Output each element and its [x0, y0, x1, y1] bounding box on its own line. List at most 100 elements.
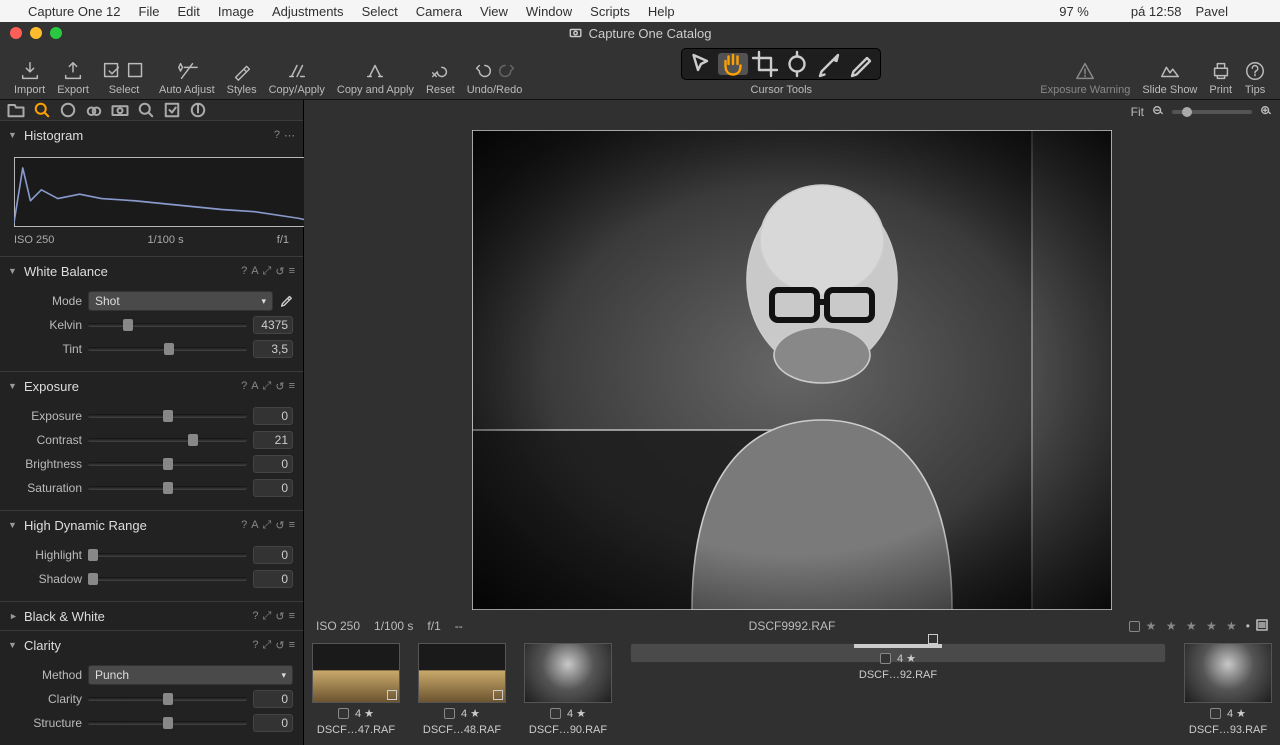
cursor-mask-tool[interactable]: [846, 53, 876, 75]
tab-library-icon[interactable]: [6, 100, 26, 120]
status-battery[interactable]: 97 %: [1059, 4, 1089, 19]
menu-scripts[interactable]: Scripts: [590, 4, 630, 19]
app-name[interactable]: Capture One 12: [28, 4, 121, 19]
shadow-value[interactable]: 0: [253, 570, 293, 588]
clarity-method-select[interactable]: Punch▾: [88, 665, 293, 685]
exposure-title[interactable]: Exposure: [24, 379, 241, 394]
auto-adjust-button[interactable]: Auto Adjust: [153, 48, 221, 96]
tint-value[interactable]: 3,5: [253, 340, 293, 358]
tool-bw: ▼Black & White ?⤢↺≡: [0, 601, 303, 630]
menu-file[interactable]: File: [139, 4, 160, 19]
exposure-slider[interactable]: [88, 414, 247, 418]
info-checkbox[interactable]: [1129, 621, 1140, 632]
thumb-checkbox[interactable]: [880, 653, 891, 664]
import-button[interactable]: Import: [8, 48, 51, 96]
brightness-value[interactable]: 0: [253, 455, 293, 473]
clarity-title[interactable]: Clarity: [24, 638, 252, 653]
highlight-value[interactable]: 0: [253, 546, 293, 564]
undo-redo-button[interactable]: Undo/Redo: [461, 48, 529, 96]
menu-camera[interactable]: Camera: [416, 4, 462, 19]
tab-details-icon[interactable]: [136, 100, 156, 120]
thumbnail[interactable]: 4 ★DSCF…90.RAF: [524, 643, 612, 736]
filmstrip: 4 ★DSCF…47.RAF4 ★DSCF…48.RAF4 ★DSCF…90.R…: [304, 637, 1280, 745]
menu-edit[interactable]: Edit: [177, 4, 199, 19]
image-stage[interactable]: [304, 124, 1280, 615]
menu-image[interactable]: Image: [218, 4, 254, 19]
histogram-title[interactable]: Histogram: [24, 128, 274, 143]
hdr-title[interactable]: High Dynamic Range: [24, 518, 241, 533]
menu-help[interactable]: Help: [648, 4, 675, 19]
wb-mode-select[interactable]: Shot▾: [88, 291, 273, 311]
copy-and-apply-button[interactable]: Copy and Apply: [331, 48, 420, 96]
tab-exposure-icon[interactable]: [84, 100, 104, 120]
menu-icon[interactable]: ⋯: [284, 129, 295, 142]
structure-value[interactable]: 0: [253, 714, 293, 732]
tab-metadata-icon[interactable]: [188, 100, 208, 120]
tint-slider[interactable]: [88, 347, 247, 351]
exposure-value[interactable]: 0: [253, 407, 293, 425]
tab-lens-icon[interactable]: [110, 100, 130, 120]
reset-button[interactable]: Reset: [420, 48, 461, 96]
cursor-crop-tool[interactable]: [750, 53, 780, 75]
saturation-value[interactable]: 0: [253, 479, 293, 497]
eyedropper-icon[interactable]: [279, 293, 293, 310]
info-color-tag[interactable]: •: [1246, 619, 1250, 633]
menu-icon[interactable]: ≡: [289, 265, 295, 277]
thumb-rating: 4 ★: [461, 707, 480, 720]
menu-select[interactable]: Select: [362, 4, 398, 19]
thumbnail[interactable]: 4 ★DSCF…47.RAF: [312, 643, 400, 736]
wb-title[interactable]: White Balance: [24, 264, 241, 279]
tab-adjustments-icon[interactable]: [162, 100, 182, 120]
help-icon[interactable]: ?: [274, 129, 280, 141]
thumb-checkbox[interactable]: [444, 708, 455, 719]
reset-icon[interactable]: ↺: [275, 265, 284, 278]
status-clock[interactable]: pá 12:58: [1131, 4, 1182, 19]
cursor-select-tool[interactable]: [686, 53, 716, 75]
highlight-slider[interactable]: [88, 553, 247, 557]
cursor-spot-tool[interactable]: [814, 53, 844, 75]
copy-apply-button[interactable]: Copy/Apply: [263, 48, 331, 96]
zoom-out-icon[interactable]: [1152, 105, 1164, 120]
info-rating-stars[interactable]: ★ ★ ★ ★ ★: [1146, 619, 1240, 633]
window-zoom-button[interactable]: [50, 27, 62, 39]
saturation-slider[interactable]: [88, 486, 247, 490]
select-button[interactable]: Select: [95, 48, 153, 96]
export-button[interactable]: Export: [51, 48, 95, 96]
cursor-rotate-tool[interactable]: [782, 53, 812, 75]
thumbnail[interactable]: 4 ★DSCF…48.RAF: [418, 643, 506, 736]
thumb-checkbox[interactable]: [1210, 708, 1221, 719]
thumb-checkbox[interactable]: [550, 708, 561, 719]
zoom-in-icon[interactable]: [1260, 105, 1272, 120]
zoom-fit-label[interactable]: Fit: [1131, 105, 1144, 119]
contrast-value[interactable]: 21: [253, 431, 293, 449]
kelvin-slider[interactable]: [88, 323, 247, 327]
brightness-slider[interactable]: [88, 462, 247, 466]
slideshow-button[interactable]: Slide Show: [1136, 48, 1203, 96]
zoom-slider[interactable]: [1172, 110, 1252, 114]
expand-icon[interactable]: ⤢: [263, 265, 272, 278]
tab-quick-icon[interactable]: [32, 100, 52, 120]
tips-button[interactable]: Tips: [1238, 48, 1272, 96]
thumbnail[interactable]: 4 ★DSCF…92.RAF: [630, 643, 1166, 663]
main-toolbar: Import Export Select Auto Adjust Styles …: [0, 44, 1280, 100]
menu-window[interactable]: Window: [526, 4, 572, 19]
kelvin-value[interactable]: 4375: [253, 316, 293, 334]
window-close-button[interactable]: [10, 27, 22, 39]
tab-color-icon[interactable]: [58, 100, 78, 120]
menu-adjustments[interactable]: Adjustments: [272, 4, 344, 19]
menu-view[interactable]: View: [480, 4, 508, 19]
print-button[interactable]: Print: [1203, 48, 1238, 96]
contrast-slider[interactable]: [88, 438, 247, 442]
cursor-pan-tool[interactable]: [718, 53, 748, 75]
thumbnail[interactable]: 4 ★DSCF…93.RAF: [1184, 643, 1272, 736]
clarity-value[interactable]: 0: [253, 690, 293, 708]
shadow-slider[interactable]: [88, 577, 247, 581]
structure-slider[interactable]: [88, 721, 247, 725]
window-minimize-button[interactable]: [30, 27, 42, 39]
styles-button[interactable]: Styles: [221, 48, 263, 96]
clarity-slider[interactable]: [88, 697, 247, 701]
exposure-warning-button[interactable]: Exposure Warning: [1034, 48, 1136, 96]
bw-title[interactable]: Black & White: [24, 609, 252, 624]
status-user[interactable]: Pavel: [1195, 4, 1228, 19]
thumb-checkbox[interactable]: [338, 708, 349, 719]
